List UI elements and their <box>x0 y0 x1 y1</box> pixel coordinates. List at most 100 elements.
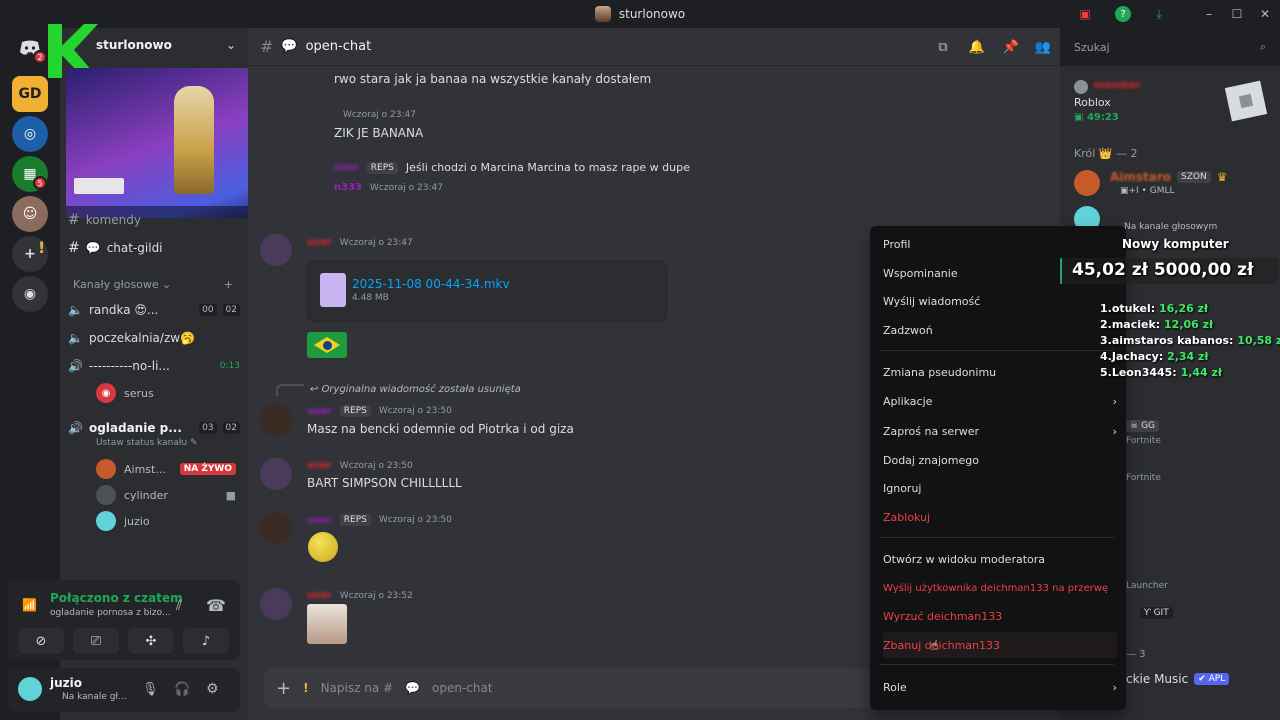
reply-reference[interactable]: ↩ Oryginalna wiadomość została usunięta <box>310 384 521 395</box>
member-tag-text: GIT <box>1153 608 1169 618</box>
server-icon-avatar[interactable]: ☺ <box>12 196 48 232</box>
disconnect-icon[interactable]: ☎ <box>206 596 226 615</box>
user-avatar[interactable] <box>260 458 292 490</box>
speaker-icon: 🔈 <box>68 303 83 317</box>
file-attachment[interactable]: 2025-11-08 00-44-34.mkv 4.48 MB <box>307 260 667 322</box>
menu-label: Wyślij wiadomość <box>883 294 981 308</box>
author-name[interactable]: user <box>307 590 332 601</box>
author-name[interactable]: n333 <box>334 182 362 193</box>
soundboard-button[interactable]: ♪ <box>183 628 229 654</box>
voice-user-serus[interactable]: ◉ serus <box>96 382 236 404</box>
author-name[interactable]: user <box>307 237 332 248</box>
server-header[interactable]: sturlonowo ⌄ <box>96 38 236 52</box>
menu-item-invite[interactable]: Zaproś na serwer › <box>883 418 1117 444</box>
user-avatar[interactable] <box>260 234 292 266</box>
user-avatar[interactable] <box>260 588 292 620</box>
channel-chat-gildi[interactable]: # 💬 chat-gildi <box>68 236 240 260</box>
menu-label: Dodaj znajomego <box>883 453 979 467</box>
menu-separator <box>880 537 1114 538</box>
author-name[interactable]: user <box>307 515 332 526</box>
members-icon[interactable]: 👥 <box>1034 38 1052 56</box>
microphone-icon[interactable]: 🎙 <box>142 682 159 697</box>
voice-channel-randka[interactable]: 🔈 randka 😍... 00 02 <box>68 298 240 322</box>
channel-komendy[interactable]: # komendy <box>68 208 240 232</box>
settings-gear-icon[interactable]: ⚙ <box>206 681 219 697</box>
member-row[interactable]: Aimstaro SZON ♛ <box>1110 170 1228 184</box>
menu-item-call[interactable]: Zadzwoń <box>883 317 1117 343</box>
discover-icon[interactable]: ◉ <box>12 276 48 312</box>
download-icon[interactable]: ⤓ <box>1148 4 1170 24</box>
channel-label: chat-gildi <box>106 241 163 255</box>
menu-label: Ignoruj <box>883 481 922 495</box>
member-row[interactable]: ckie Music ✔ APL <box>1126 672 1230 686</box>
voice-channel-nolimit[interactable]: 🔊 ----------no-li... 0:13 <box>68 354 240 378</box>
menu-item-ban[interactable]: Zbanuj deichman133 <box>883 632 1117 658</box>
user-name[interactable]: juzio <box>50 676 82 690</box>
activity-game: Roblox <box>1074 96 1111 109</box>
image-attachment[interactable] <box>307 604 347 644</box>
headphones-icon[interactable]: 🎧 <box>174 682 190 697</box>
file-name-link[interactable]: 2025-11-08 00-44-34.mkv <box>352 277 510 291</box>
menu-item-add-friend[interactable]: Dodaj znajomego <box>883 447 1117 473</box>
close-button[interactable]: ✕ <box>1254 4 1276 24</box>
message-meta: user Wczoraj o 23:52 <box>307 590 413 601</box>
user-avatar[interactable] <box>260 404 292 436</box>
menu-item-profile[interactable]: Profil <box>883 231 1117 257</box>
menu-item-roles[interactable]: Role › <box>883 674 1117 700</box>
screen-share-button[interactable]: ⎚ <box>73 628 119 654</box>
author-name[interactable]: user <box>334 162 359 173</box>
server-icon-swirl[interactable]: ◎ <box>12 116 48 152</box>
role-badge: REPS <box>366 161 398 174</box>
menu-item-nickname[interactable]: Zmiana pseudonimu <box>883 359 1117 385</box>
skull-icon: ☠ <box>1130 421 1139 431</box>
member-name[interactable]: member <box>1094 80 1141 91</box>
menu-item-timeout[interactable]: Wyślij użytkownika deichman133 na przerw… <box>883 575 1117 601</box>
menu-item-kick[interactable]: Wyrzuć deichman133 <box>883 603 1117 629</box>
threads-icon[interactable]: ⧉ <box>934 38 952 56</box>
user-avatar[interactable] <box>1074 170 1100 196</box>
voice-channel-poczekalnia[interactable]: 🔈 poczekalnia/zw🥱 <box>68 326 240 350</box>
user-avatar[interactable] <box>260 512 292 544</box>
chat-bubble-icon: 💬 <box>281 39 298 54</box>
voice-category-header[interactable]: Kanały głosowe ⌄ + <box>73 278 233 291</box>
voice-user-cylinder[interactable]: cylinder ■ <box>96 484 236 506</box>
user-avatar[interactable] <box>1074 80 1088 94</box>
channel-title: open-chat <box>305 39 372 54</box>
activities-button[interactable]: ✣ <box>128 628 174 654</box>
author-name[interactable]: user <box>307 460 332 471</box>
user-avatar[interactable] <box>18 677 42 701</box>
reply-connector <box>276 384 304 396</box>
hash-icon: # <box>68 240 80 256</box>
camera-off-button[interactable]: ⊘ <box>18 628 64 654</box>
channel-label: randka 😍... <box>88 303 159 317</box>
add-attachment-icon[interactable]: + <box>276 678 291 699</box>
menu-item-ignore[interactable]: Ignoruj <box>883 475 1117 501</box>
search-input[interactable]: Szukaj ⌕ <box>1066 36 1272 58</box>
menu-item-apps[interactable]: Aplikacje › <box>883 388 1117 414</box>
message-meta: user Wczoraj o 23:47 <box>307 237 413 248</box>
signal-icon[interactable]: 📶 <box>22 598 37 612</box>
add-channel-icon[interactable]: + <box>224 278 233 291</box>
voice-user-juzio[interactable]: juzio <box>96 510 236 532</box>
pin-icon[interactable]: 📌 <box>1002 38 1020 56</box>
donor-name: 1.otukel: <box>1100 302 1156 315</box>
composer-placeholder: Napisz na # <box>320 681 394 695</box>
voice-user-aimst[interactable]: Aimst... NA ŻYWO <box>96 458 236 480</box>
noise-suppression-icon[interactable]: ⫽ <box>176 598 182 614</box>
author-name[interactable]: user <box>307 406 332 417</box>
goal-amounts: 45,02 zł 5000,00 zł <box>1072 260 1253 280</box>
minimize-button[interactable]: – <box>1198 4 1220 24</box>
channel-status-hint[interactable]: Ustaw status kanału ✎ <box>96 438 198 448</box>
maximize-button[interactable]: ☐ <box>1226 4 1248 24</box>
menu-item-block[interactable]: Zablokuj <box>883 504 1117 530</box>
help-icon[interactable]: ? <box>1112 4 1134 24</box>
voice-status-subtitle[interactable]: ogladanie pornosa z bizo... <box>50 608 171 618</box>
menu-item-message[interactable]: Wyślij wiadomość <box>883 288 1117 314</box>
user-avatar <box>96 511 116 531</box>
voice-status-title: Połączono z czatem <box>50 591 183 605</box>
server-icon-gd[interactable]: GD <box>12 76 48 112</box>
bell-icon[interactable]: 🔔 <box>968 38 986 56</box>
voice-channel-ogladanie[interactable]: 🔊 ogladanie p... 03 02 <box>68 416 240 440</box>
screen-share-icon[interactable]: ▣ <box>1074 4 1096 24</box>
menu-item-mod-view[interactable]: Otwórz w widoku moderatora <box>883 546 1117 572</box>
